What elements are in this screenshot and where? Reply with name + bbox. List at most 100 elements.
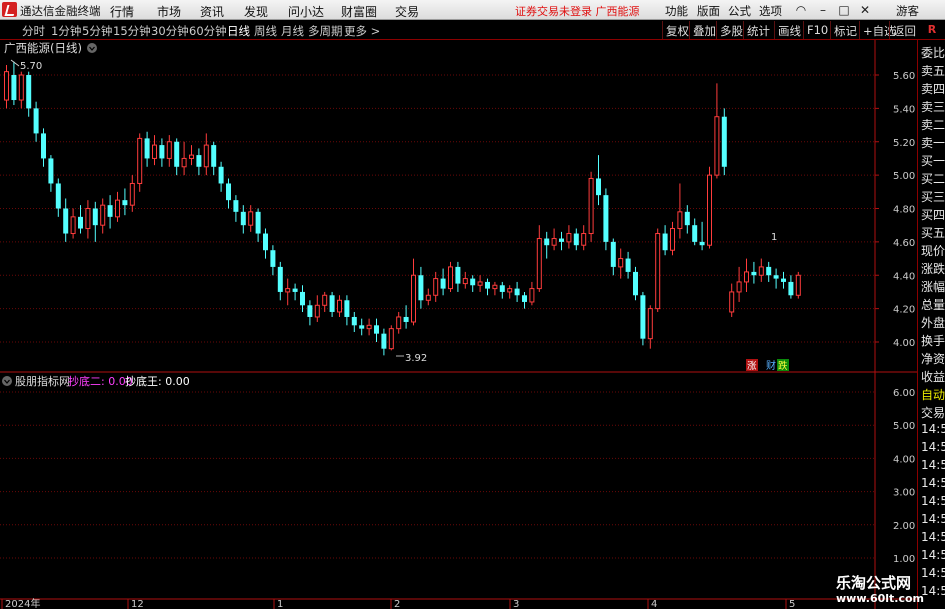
price-tick-label: 5.60 bbox=[893, 71, 915, 82]
period-1min[interactable]: 1分钟 bbox=[51, 23, 81, 39]
login-warning[interactable]: 证券交易未登录 广西能源 bbox=[515, 3, 640, 19]
candle bbox=[322, 291, 328, 312]
candle bbox=[781, 271, 786, 289]
candle bbox=[166, 135, 172, 167]
menu-function[interactable]: 功能 bbox=[665, 3, 688, 19]
quote-label: 14:56 bbox=[921, 440, 945, 454]
period-toolbar: 分时 1分钟 5分钟 15分钟 30分钟 60分钟 日线 周线 月线 多周期 更… bbox=[0, 20, 945, 40]
candle bbox=[462, 271, 468, 289]
menu-formula[interactable]: 公式 bbox=[728, 3, 751, 19]
period-60min[interactable]: 60分钟 bbox=[189, 23, 227, 39]
indicator-tick-label: 6.00 bbox=[893, 388, 915, 399]
candle bbox=[344, 295, 350, 326]
candle bbox=[137, 133, 143, 192]
menu-market[interactable]: 市场 bbox=[157, 3, 181, 20]
draw-button[interactable]: 画线 bbox=[774, 21, 804, 39]
quote-label: 总量 bbox=[921, 298, 945, 312]
chart-area[interactable]: 广西能源(日线) 5.70 3.92 1 涨 财 跌 5.60 5.40 5.20 5… bbox=[0, 40, 945, 609]
menu-layout[interactable]: 版面 bbox=[697, 3, 720, 19]
period-tick[interactable]: 分时 bbox=[22, 23, 45, 39]
candle bbox=[48, 155, 54, 192]
candle bbox=[677, 183, 683, 239]
period-15min[interactable]: 15分钟 bbox=[113, 23, 151, 39]
candle bbox=[707, 166, 712, 249]
candle bbox=[277, 261, 283, 301]
candle bbox=[285, 278, 291, 306]
time-tick-label: 4 bbox=[651, 599, 657, 609]
overlay-button[interactable]: 叠加 bbox=[689, 21, 719, 39]
candle bbox=[477, 275, 483, 292]
close-icon[interactable]: ✕ bbox=[857, 2, 873, 18]
candle bbox=[329, 291, 335, 317]
indicator-dropdown-icon[interactable] bbox=[2, 376, 12, 386]
candle bbox=[107, 195, 113, 229]
candle bbox=[618, 248, 624, 279]
price-tick-label: 4.40 bbox=[893, 271, 915, 282]
candle bbox=[85, 200, 91, 239]
menu-options[interactable]: 选项 bbox=[759, 3, 782, 19]
menu-wealth[interactable]: 财富圈 bbox=[341, 3, 377, 20]
candle bbox=[381, 328, 387, 356]
quote-label: 外盘 bbox=[921, 316, 945, 330]
finance-event-label[interactable]: 财 bbox=[766, 359, 776, 372]
candle bbox=[11, 61, 17, 106]
period-5min[interactable]: 5分钟 bbox=[82, 23, 112, 39]
quote-label[interactable]: 自动 bbox=[921, 386, 945, 403]
candle bbox=[122, 188, 128, 216]
corner-r-button[interactable]: R bbox=[919, 21, 945, 39]
candle bbox=[189, 145, 194, 166]
candle bbox=[366, 318, 372, 336]
candle bbox=[115, 191, 120, 222]
menu-quotes[interactable]: 行情 bbox=[110, 3, 134, 20]
candle bbox=[396, 311, 402, 334]
quote-label: 买五 bbox=[921, 226, 945, 240]
candle bbox=[174, 138, 180, 176]
menu-trade[interactable]: 交易 bbox=[395, 3, 419, 20]
candle bbox=[26, 71, 32, 117]
period-multi[interactable]: 多周期 bbox=[308, 23, 343, 39]
candle bbox=[300, 285, 305, 312]
maximize-icon[interactable]: □ bbox=[836, 2, 852, 18]
candle bbox=[455, 261, 461, 292]
indicator-axis: 6.00 5.00 4.00 3.00 2.00 1.00 bbox=[893, 388, 915, 565]
candle bbox=[633, 266, 638, 301]
candle bbox=[41, 128, 46, 167]
candle bbox=[758, 258, 764, 282]
candle bbox=[573, 228, 579, 251]
back-button[interactable]: 返回 bbox=[889, 21, 919, 39]
candle bbox=[440, 268, 446, 296]
menu-discover[interactable]: 发现 bbox=[244, 3, 268, 20]
menu-news[interactable]: 资讯 bbox=[200, 3, 224, 20]
candle bbox=[492, 281, 498, 296]
candle bbox=[640, 291, 646, 346]
period-more[interactable]: 更多 > bbox=[344, 23, 380, 39]
adjust-button[interactable]: 复权 bbox=[662, 21, 692, 39]
f10-button[interactable]: F10 bbox=[803, 21, 831, 39]
grid bbox=[0, 40, 917, 609]
watermark: 乐淘公式网 www.60lt.com bbox=[836, 572, 945, 609]
candle bbox=[499, 281, 505, 299]
user-label[interactable]: 游客 bbox=[896, 3, 919, 19]
stats-button[interactable]: 统计 bbox=[743, 21, 773, 39]
period-30min[interactable]: 30分钟 bbox=[151, 23, 189, 39]
candle bbox=[662, 225, 668, 256]
multi-stock-button[interactable]: 多股 bbox=[716, 21, 746, 39]
candle bbox=[4, 64, 9, 109]
candle bbox=[159, 138, 165, 167]
indicator-tick-label: 3.00 bbox=[893, 488, 915, 499]
kline-chart[interactable]: 广西能源(日线) 5.70 3.92 1 涨 财 跌 5.605.405.205… bbox=[0, 40, 917, 609]
candle bbox=[78, 205, 83, 234]
quote-label: 14:56 bbox=[921, 548, 945, 562]
quote-panel: 委比 卖五 卖四 卖三 卖二 卖一 买一 买二 买三 买四 买五 现价 涨跌 涨幅 总量 外盘 换手 净资 收益 自动… bbox=[917, 40, 945, 609]
candle bbox=[203, 133, 209, 176]
period-weekly[interactable]: 周线 bbox=[254, 23, 277, 39]
quote-label: 14:56 bbox=[921, 530, 945, 544]
chart-title-dropdown-icon[interactable] bbox=[87, 43, 97, 53]
menu-assistant[interactable]: 问小达 bbox=[288, 3, 324, 20]
minimize-icon[interactable]: – bbox=[815, 2, 831, 18]
candle bbox=[359, 318, 365, 336]
period-daily[interactable]: 日线 bbox=[227, 23, 250, 39]
mark-button[interactable]: 标记 bbox=[830, 21, 860, 39]
period-monthly[interactable]: 月线 bbox=[281, 23, 304, 39]
headset-icon[interactable]: ◠ bbox=[793, 2, 809, 18]
